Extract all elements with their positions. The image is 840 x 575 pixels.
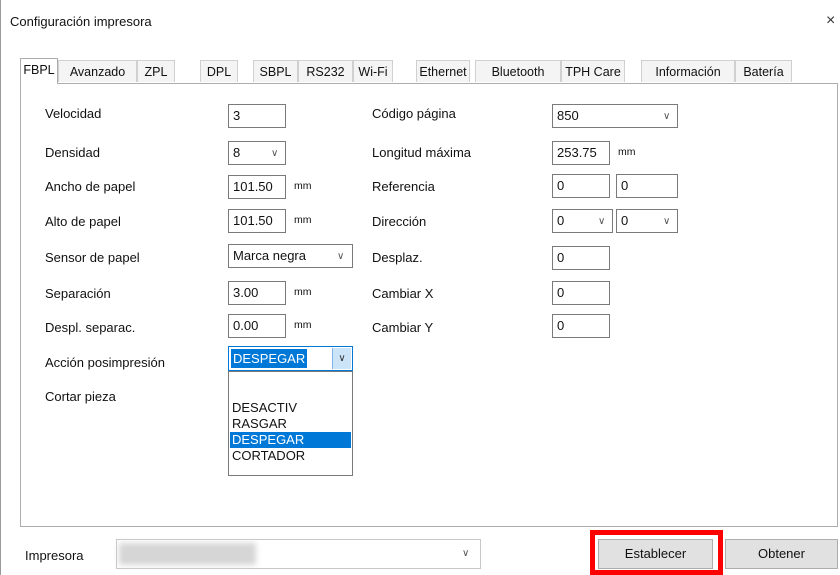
densidad-select[interactable]: 8 ∨ [228, 141, 286, 165]
ancho-input[interactable]: 101.50 [228, 175, 286, 199]
tab-dpl[interactable]: DPL [200, 60, 238, 82]
desplaz-input[interactable]: 0 [552, 246, 610, 270]
window-title: Configuración impresora [10, 14, 152, 29]
chevron-down-icon: ∨ [271, 148, 279, 159]
printer-select[interactable]: ∨ [116, 539, 481, 569]
densidad-value: 8 [233, 145, 241, 160]
cambiar-y-input[interactable]: 0 [552, 314, 610, 338]
dropdown-option[interactable]: CORTADOR [230, 448, 351, 464]
tab-informacion[interactable]: Información [641, 60, 735, 82]
sensor-label: Sensor de papel [45, 250, 140, 265]
dropdown-option[interactable]: DESACTIV [230, 400, 351, 416]
cortar-label: Cortar pieza [45, 389, 116, 404]
separacion-label: Separación [45, 286, 111, 301]
chevron-down-icon: ∨ [462, 548, 470, 559]
highlight-box [590, 530, 723, 575]
cambiar-x-input[interactable]: 0 [552, 281, 610, 305]
codigo-label: Código página [372, 106, 456, 121]
longitud-label: Longitud máxima [372, 145, 471, 160]
accion-select[interactable]: DESPEGAR ∨ [228, 346, 353, 371]
dropdown-option-selected[interactable]: DESPEGAR [230, 432, 351, 448]
chevron-down-icon: ∨ [598, 216, 606, 227]
ancho-label: Ancho de papel [45, 179, 136, 194]
close-icon[interactable]: × [826, 12, 835, 30]
cambiar-y-label: Cambiar Y [372, 320, 434, 335]
tab-wifi[interactable]: Wi-Fi [353, 60, 393, 82]
despl-separac-input[interactable]: 0.00 [228, 314, 286, 338]
dropdown-option[interactable]: RASGAR [230, 416, 351, 432]
direccion-select-2[interactable]: 0 ∨ [616, 209, 678, 233]
longitud-input[interactable]: 253.75 [552, 141, 610, 165]
tab-tph-care[interactable]: TPH Care [561, 60, 625, 82]
obtener-button[interactable]: Obtener [725, 539, 838, 569]
chevron-down-icon: ∨ [663, 111, 671, 122]
referencia-y-input[interactable]: 0 [616, 174, 678, 198]
tab-zpl[interactable]: ZPL [137, 60, 175, 82]
separacion-input[interactable]: 3.00 [228, 281, 286, 305]
accion-value: DESPEGAR [231, 349, 308, 368]
tab-fbpl[interactable]: FBPL [20, 58, 58, 84]
referencia-label: Referencia [372, 179, 435, 194]
chevron-down-icon: ∨ [663, 216, 671, 227]
direccion-value-2: 0 [621, 213, 629, 228]
despl-separac-unit: mm [294, 319, 312, 331]
codigo-value: 850 [557, 108, 579, 123]
separacion-unit: mm [294, 286, 312, 298]
direccion-label: Dirección [372, 214, 427, 229]
window-border [0, 0, 1, 575]
cambiar-x-label: Cambiar X [372, 286, 434, 301]
chevron-down-icon[interactable]: ∨ [332, 348, 351, 369]
tab-rs232[interactable]: RS232 [298, 60, 353, 82]
tab-ethernet[interactable]: Ethernet [416, 60, 470, 82]
codigo-select[interactable]: 850 ∨ [552, 104, 678, 128]
sensor-value: Marca negra [233, 248, 306, 263]
sensor-select[interactable]: Marca negra ∨ [228, 244, 353, 268]
direccion-select-1[interactable]: 0 ∨ [552, 209, 613, 233]
chevron-down-icon: ∨ [337, 251, 345, 262]
alto-label: Alto de papel [45, 214, 121, 229]
ancho-unit: mm [294, 180, 312, 192]
accion-dropdown-list: DESACTIV RASGAR DESPEGAR CORTADOR [228, 371, 353, 476]
redacted-printer-name [119, 543, 256, 565]
tab-avanzado[interactable]: Avanzado [58, 60, 137, 82]
desplaz-label: Desplaz. [372, 250, 423, 265]
alto-unit: mm [294, 214, 312, 226]
direccion-value-1: 0 [557, 213, 565, 228]
velocidad-label: Velocidad [45, 106, 102, 121]
velocidad-input[interactable]: 3 [228, 104, 286, 128]
printer-label: Impresora [25, 548, 84, 563]
alto-input[interactable]: 101.50 [228, 209, 286, 233]
referencia-x-input[interactable]: 0 [552, 174, 610, 198]
longitud-unit: mm [618, 146, 636, 158]
tab-bateria[interactable]: Batería [735, 60, 792, 82]
densidad-label: Densidad [45, 145, 100, 160]
accion-label: Acción posimpresión [45, 355, 165, 370]
despl-separac-label: Despl. separac. [45, 320, 136, 335]
tab-bluetooth[interactable]: Bluetooth [475, 60, 561, 82]
tab-sbpl[interactable]: SBPL [253, 60, 298, 82]
